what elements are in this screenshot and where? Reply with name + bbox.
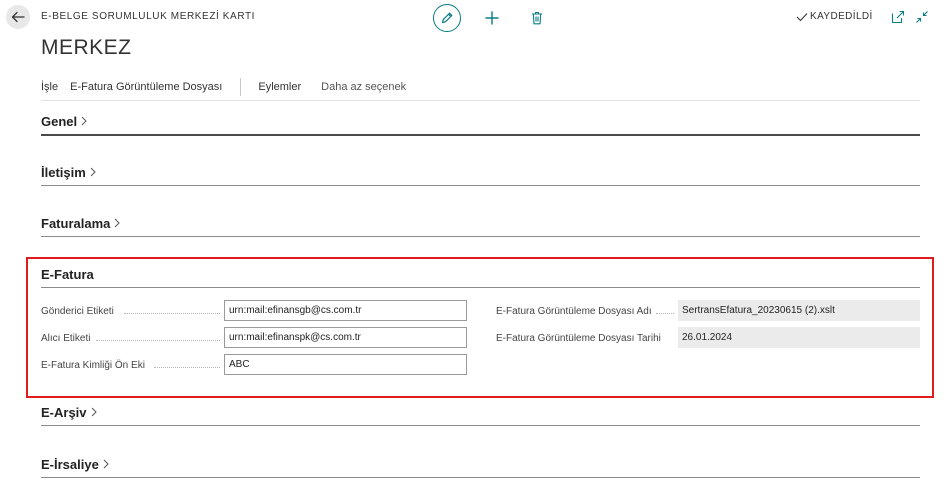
section-efatura-title: E-Fatura xyxy=(41,266,94,282)
collapse-button[interactable] xyxy=(915,10,929,24)
fewer-options-link[interactable]: Daha az seçenek xyxy=(321,81,406,93)
section-faturalama: Faturalama xyxy=(41,215,920,237)
checkmark-icon xyxy=(796,12,808,21)
sender-label-caption: Gönderici Etiketi xyxy=(41,306,114,317)
process-action[interactable]: İşle xyxy=(41,81,58,93)
page-caption: E-BELGE SORUMLULUK MERKEZİ KARTI xyxy=(41,11,256,22)
receiver-label-caption: Alıcı Etiketi xyxy=(41,333,91,344)
sender-label-input[interactable]: urn:mail:efinansgb@cs.com.tr xyxy=(224,300,467,321)
section-genel-title: Genel xyxy=(41,113,78,129)
action-separator xyxy=(240,78,242,96)
chevron-right-icon xyxy=(115,218,121,228)
section-iletisim-header[interactable]: İletişim xyxy=(41,164,920,180)
view-file-date-value: 26.01.2024 xyxy=(678,327,920,348)
section-genel-header[interactable]: Genel xyxy=(41,113,920,129)
receiver-label-input[interactable]: urn:mail:efinanspk@cs.com.tr xyxy=(224,327,467,348)
action-bar-divider xyxy=(41,100,920,101)
open-new-window-button[interactable] xyxy=(891,10,905,24)
section-divider xyxy=(41,477,920,478)
section-faturalama-title: Faturalama xyxy=(41,215,111,231)
section-efatura: E-Fatura xyxy=(41,266,920,288)
new-button[interactable] xyxy=(482,8,502,28)
pencil-icon xyxy=(441,12,453,24)
edit-button[interactable] xyxy=(433,4,461,32)
view-file-date-caption: E-Fatura Görüntüleme Dosyası Tarihi xyxy=(496,333,661,344)
saved-status-label: KAYDEDİLDİ xyxy=(810,11,873,22)
chevron-right-icon xyxy=(90,167,96,177)
section-eirsaliye: E-İrsaliye xyxy=(41,456,920,478)
leader-dots xyxy=(656,313,674,314)
leader-dots xyxy=(154,367,220,368)
section-genel: Genel xyxy=(41,113,920,136)
efatura-view-file-action[interactable]: E-Fatura Görüntüleme Dosyası xyxy=(70,81,222,93)
view-file-name-value: SertransEfatura_20230615 (2).xslt xyxy=(678,300,920,321)
section-divider xyxy=(41,236,920,237)
section-efatura-header[interactable]: E-Fatura xyxy=(41,266,920,282)
section-iletisim: İletişim xyxy=(41,164,920,186)
section-faturalama-header[interactable]: Faturalama xyxy=(41,215,920,231)
saved-status: KAYDEDİLDİ xyxy=(796,11,873,22)
trash-icon xyxy=(532,11,542,25)
section-earsiv: E-Arşiv xyxy=(41,404,920,426)
back-button[interactable] xyxy=(6,5,30,29)
section-earsiv-header[interactable]: E-Arşiv xyxy=(41,404,920,420)
delete-button[interactable] xyxy=(528,8,546,28)
collapse-icon xyxy=(916,11,928,23)
leader-dots xyxy=(124,313,220,314)
actions-menu[interactable]: Eylemler xyxy=(258,81,301,93)
section-iletisim-title: İletişim xyxy=(41,164,86,180)
arrow-left-icon xyxy=(11,11,25,23)
chevron-right-icon xyxy=(81,116,87,126)
section-earsiv-title: E-Arşiv xyxy=(41,404,87,420)
action-bar: İşle E-Fatura Görüntüleme Dosyası Eyleml… xyxy=(41,78,426,96)
id-prefix-caption: E-Fatura Kimliği Ön Eki xyxy=(41,360,145,371)
chevron-right-icon xyxy=(91,407,97,417)
chevron-right-icon xyxy=(103,459,109,469)
section-divider xyxy=(41,185,920,186)
id-prefix-input[interactable]: ABC xyxy=(224,354,467,375)
section-eirsaliye-header[interactable]: E-İrsaliye xyxy=(41,456,920,472)
section-divider xyxy=(41,287,920,288)
open-in-new-window-icon xyxy=(891,10,905,24)
plus-icon xyxy=(485,11,499,25)
section-eirsaliye-title: E-İrsaliye xyxy=(41,456,99,472)
section-divider xyxy=(41,134,920,136)
page-title: MERKEZ xyxy=(41,36,132,59)
view-file-name-caption: E-Fatura Görüntüleme Dosyası Adı xyxy=(496,306,652,317)
leader-dots xyxy=(96,340,220,341)
section-divider xyxy=(41,425,920,426)
